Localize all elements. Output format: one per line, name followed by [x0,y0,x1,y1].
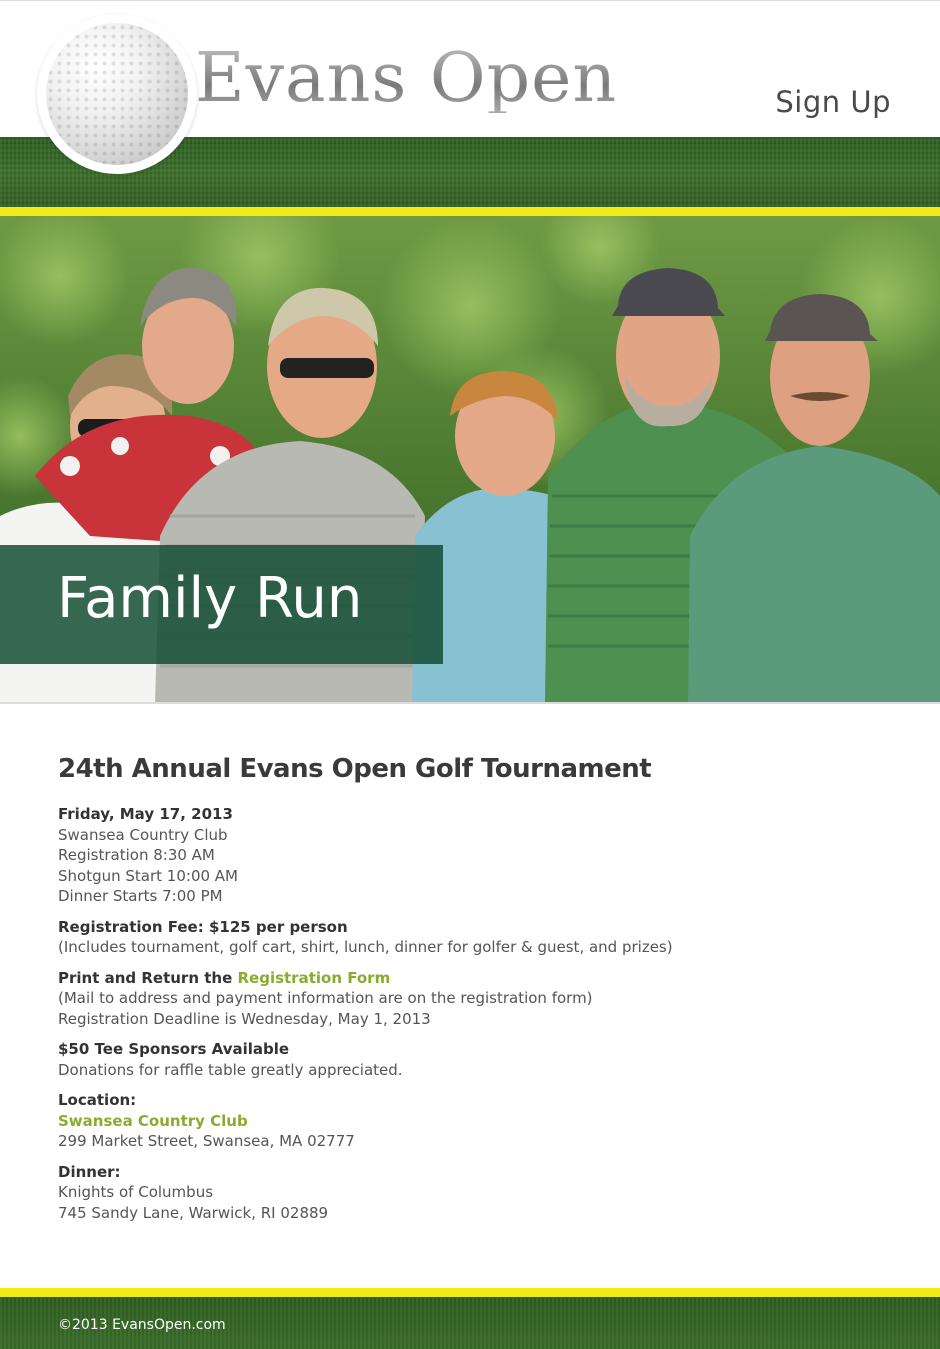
sponsors-block: $50 Tee Sponsors Available Donations for… [58,1039,898,1080]
location-address: 299 Market Street, Swansea, MA 02777 [58,1132,355,1150]
yellow-divider-bottom [0,1288,940,1297]
dinner-address: 745 Sandy Lane, Warwick, RI 02889 [58,1203,329,1222]
dinner-block: Dinner: Knights of Columbus 745 Sandy La… [58,1162,898,1224]
dinner-heading: Dinner: [58,1162,121,1181]
registration-time: Registration 8:30 AM [58,846,215,864]
yellow-divider-top [0,207,940,216]
form-heading: Print and Return the Registration Form [58,968,898,989]
golf-ball-icon [46,23,188,165]
brand-wordmark[interactable]: Evans Open [195,45,617,113]
dinner-time: Dinner Starts 7:00 PM [58,887,223,905]
registration-form-link[interactable]: Registration Form [237,969,390,987]
hero-caption-title: Family Run [57,566,363,631]
location-heading: Location: [58,1091,137,1109]
hero-photo: Family Run [0,216,940,703]
sponsors-detail: Donations for raffle table greatly appre… [58,1060,403,1079]
event-date: Friday, May 17, 2013 [58,805,233,823]
logo-badge[interactable] [37,14,197,174]
location-block: Location: Swansea Country Club 299 Marke… [58,1090,898,1152]
location-venue-link[interactable]: Swansea Country Club [58,1112,248,1130]
event-details: 24th Annual Evans Open Golf Tournament F… [58,752,898,1233]
event-title: 24th Annual Evans Open Golf Tournament [58,754,652,784]
sponsors-heading: $50 Tee Sponsors Available [58,1040,290,1058]
shotgun-start-time: Shotgun Start 10:00 AM [58,866,238,885]
form-note: (Mail to address and payment information… [58,989,593,1007]
fee-detail: (Includes tournament, golf cart, shirt, … [58,938,673,956]
schedule-block: Friday, May 17, 2013 Swansea Country Clu… [58,804,898,907]
form-heading-prefix: Print and Return the [58,968,238,987]
registration-deadline: Registration Deadline is Wednesday, May … [58,1009,431,1028]
site-footer: ©2013 EvansOpen.com [0,1297,940,1349]
hero-caption-panel: Family Run [0,545,443,664]
hero-bottom-divider [0,702,940,704]
fee-block: Registration Fee: $125 per person (Inclu… [58,917,898,958]
sign-up-link[interactable]: Sign Up [775,85,891,119]
fee-heading: Registration Fee: $125 per person [58,917,348,936]
dinner-venue: Knights of Columbus [58,1183,214,1201]
event-venue: Swansea Country Club [58,825,228,844]
registration-form-block: Print and Return the Registration Form (… [58,968,898,1030]
footer-copyright: ©2013 EvansOpen.com [58,1317,226,1333]
